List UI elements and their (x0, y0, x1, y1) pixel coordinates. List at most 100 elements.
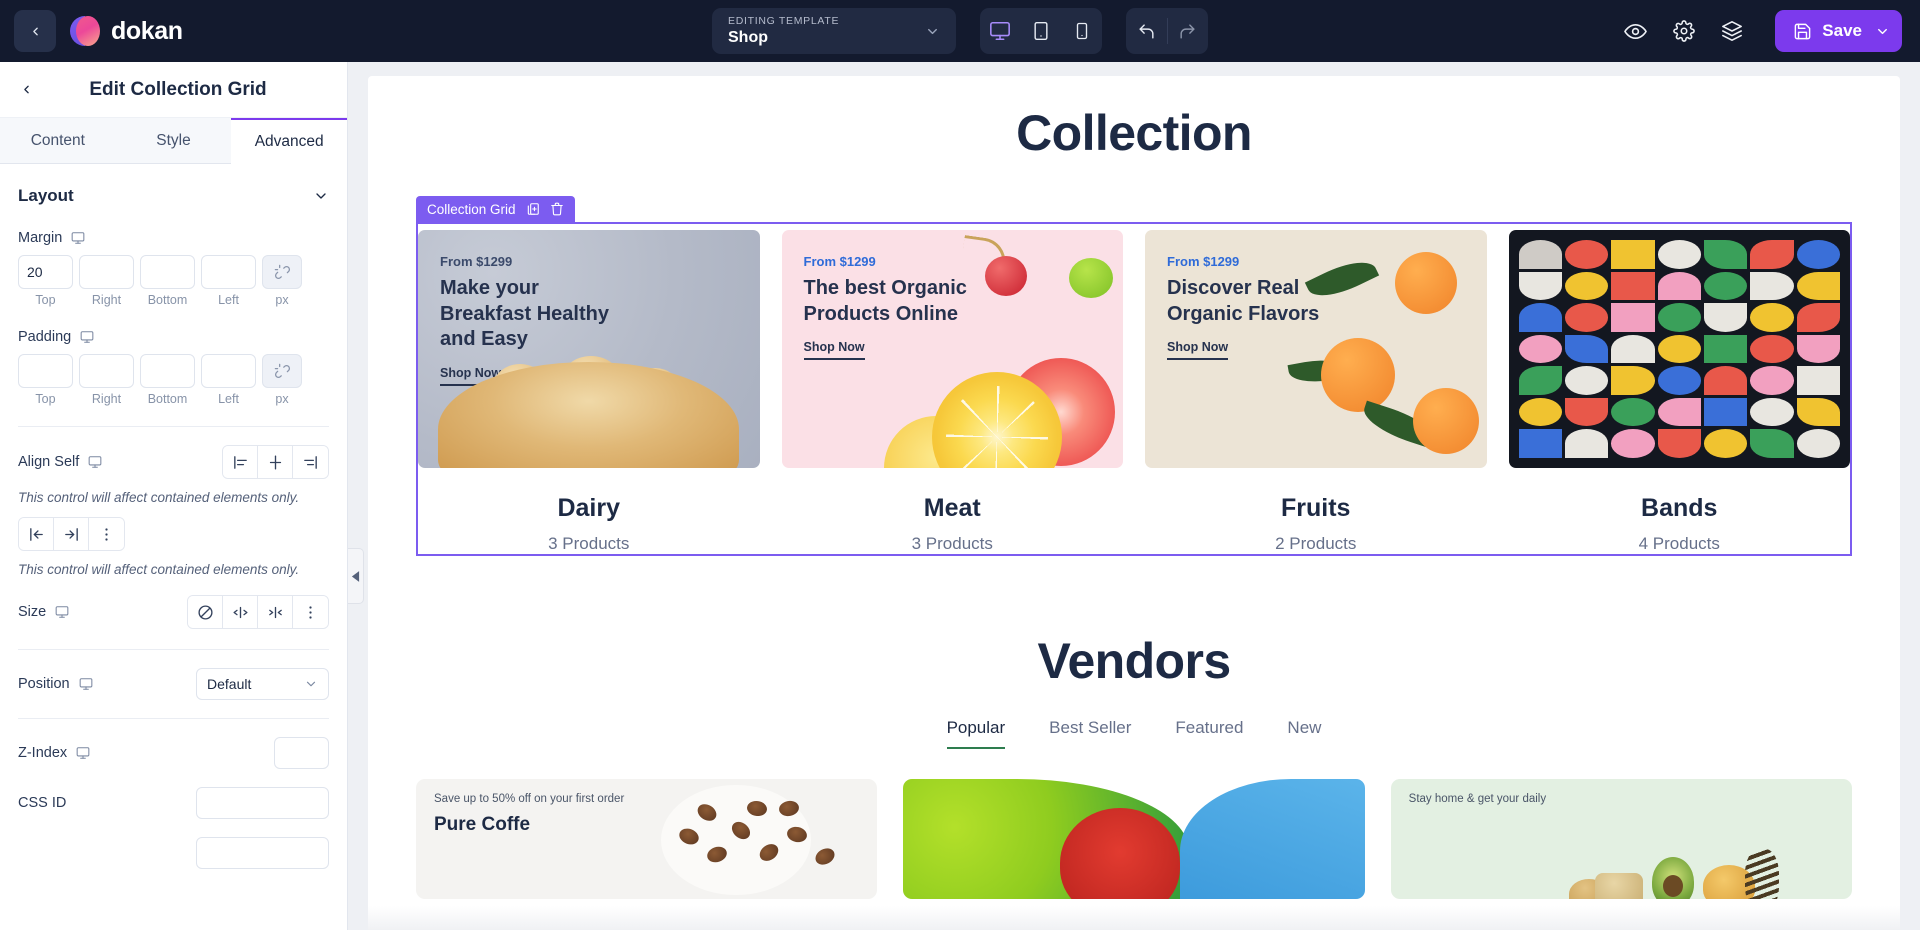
justify-more-button[interactable] (89, 518, 124, 550)
padding-right-input[interactable] (79, 354, 134, 388)
mobile-icon (1076, 22, 1087, 40)
vendor-card[interactable]: Save up to 50% off on your first order P… (416, 779, 878, 899)
margin-right-input[interactable] (79, 255, 134, 289)
back-button[interactable] (14, 10, 56, 52)
padding-left-input[interactable] (201, 354, 256, 388)
tab-style[interactable]: Style (115, 118, 232, 164)
trash-icon[interactable] (550, 202, 564, 216)
vendor-card[interactable] (903, 779, 1365, 899)
preview-button[interactable] (1624, 20, 1648, 43)
template-value: Shop (728, 29, 768, 47)
panel-collapse-handle[interactable] (348, 548, 364, 604)
toolbar-right-group: Save (1624, 0, 1902, 62)
collection-card[interactable]: From $1299 The best Organic Products Onl… (781, 230, 1123, 554)
justify-end-icon (64, 527, 78, 541)
margin-top-input[interactable] (18, 255, 73, 289)
vendor-card[interactable]: Stay home & get your daily (1390, 779, 1852, 899)
save-button[interactable]: Save (1775, 10, 1902, 52)
padding-top-input[interactable] (18, 354, 73, 388)
padding-caption-right: Right (91, 392, 122, 406)
collection-card[interactable]: From $1299 Make your Breakfast Healthy a… (418, 230, 760, 554)
margin-caption-right: Right (91, 293, 122, 307)
size-shrink-button[interactable] (258, 596, 293, 628)
none-icon (197, 604, 213, 620)
vendor-tab-best-seller[interactable]: Best Seller (1049, 718, 1131, 749)
card-name: Meat (923, 494, 981, 522)
margin-link-toggle[interactable] (262, 255, 302, 289)
card-cta[interactable]: Shop Now (1167, 340, 1229, 361)
chevron-down-icon[interactable] (313, 188, 329, 204)
position-select[interactable]: Default (196, 668, 329, 700)
redo-button[interactable] (1167, 8, 1208, 54)
margin-unit[interactable]: px (262, 293, 302, 307)
collection-card[interactable]: Bands 4 Products (1508, 230, 1850, 554)
link-off-icon (274, 363, 290, 378)
justify-end-button[interactable] (54, 518, 89, 550)
align-self-label-group: Align Self (18, 454, 102, 470)
size-label-group: Size (18, 604, 69, 620)
divider (18, 649, 329, 650)
gear-icon (1673, 20, 1696, 42)
monitor-icon[interactable] (88, 455, 102, 469)
chevron-left-icon (32, 27, 38, 35)
align-end-button[interactable] (293, 446, 328, 478)
panel-header: Edit Collection Grid (0, 62, 347, 118)
layers-button[interactable] (1721, 20, 1743, 42)
toolbar-left-group: dokan (0, 10, 183, 52)
padding-unit[interactable]: px (262, 392, 302, 406)
vendor-tab-featured[interactable]: Featured (1175, 718, 1243, 749)
margin-left-input[interactable] (201, 255, 256, 289)
undo-button[interactable] (1126, 8, 1167, 54)
card-price: From $1299 (440, 254, 513, 269)
margin-bottom-input[interactable] (140, 255, 195, 289)
size-segmented (187, 595, 329, 629)
z-index-label: Z-Index (18, 745, 68, 761)
padding-caption-left: Left (218, 392, 239, 406)
template-selector[interactable]: EDITING TEMPLATE Shop (712, 8, 956, 54)
css-class-input[interactable] (196, 837, 329, 869)
panel-back-button[interactable] (16, 79, 37, 100)
panel-tabs: Content Style Advanced (0, 118, 347, 164)
card-cta[interactable]: Shop Now (803, 340, 865, 361)
monitor-icon[interactable] (76, 746, 90, 760)
undo-icon (1139, 23, 1154, 39)
css-id-label: CSS ID (18, 795, 67, 811)
monitor-icon[interactable] (71, 231, 85, 245)
size-more-button[interactable] (293, 596, 328, 628)
device-mobile-button[interactable] (1062, 8, 1102, 54)
tab-advanced[interactable]: Advanced (231, 118, 347, 164)
tab-content[interactable]: Content (0, 118, 116, 164)
canvas-bottom-fade (368, 906, 1900, 930)
size-expand-button[interactable] (223, 596, 258, 628)
card-name: Fruits (1281, 494, 1351, 522)
css-id-input[interactable] (196, 787, 329, 819)
collection-grid-widget[interactable]: Collection Grid From $1299 Make your Bre… (416, 196, 1852, 556)
vendor-tab-popular[interactable]: Popular (946, 718, 1006, 749)
monitor-icon[interactable] (79, 677, 93, 691)
collection-card[interactable]: From $1299 Discover Real Organic Flavors… (1145, 230, 1487, 554)
settings-button[interactable] (1673, 20, 1696, 42)
chevron-down-icon (928, 28, 937, 34)
padding-link-toggle[interactable] (262, 354, 302, 388)
z-index-input[interactable] (274, 737, 329, 769)
align-center-button[interactable] (258, 446, 293, 478)
align-start-button[interactable] (223, 446, 258, 478)
monitor-icon[interactable] (80, 330, 94, 344)
duplicate-icon[interactable] (526, 202, 540, 216)
vendors-heading: Vendors (1037, 633, 1231, 689)
justify-start-button[interactable] (19, 518, 54, 550)
device-tablet-button[interactable] (1021, 8, 1061, 54)
monitor-icon[interactable] (55, 605, 69, 619)
device-desktop-button[interactable] (980, 8, 1020, 54)
save-dropdown-button[interactable] (1862, 10, 1902, 52)
vendor-tab-new[interactable]: New (1287, 718, 1321, 749)
card-count: 4 Products (1638, 534, 1720, 553)
padding-bottom-input[interactable] (140, 354, 195, 388)
size-none-button[interactable] (188, 596, 223, 628)
margin-captions: Top Right Bottom Left px (18, 293, 329, 307)
css-id-row: CSS ID (18, 787, 329, 819)
divider (18, 718, 329, 719)
margin-caption-bottom: Bottom (147, 293, 188, 307)
align-start-icon (233, 455, 247, 469)
layout-section-header[interactable]: Layout (18, 164, 329, 218)
